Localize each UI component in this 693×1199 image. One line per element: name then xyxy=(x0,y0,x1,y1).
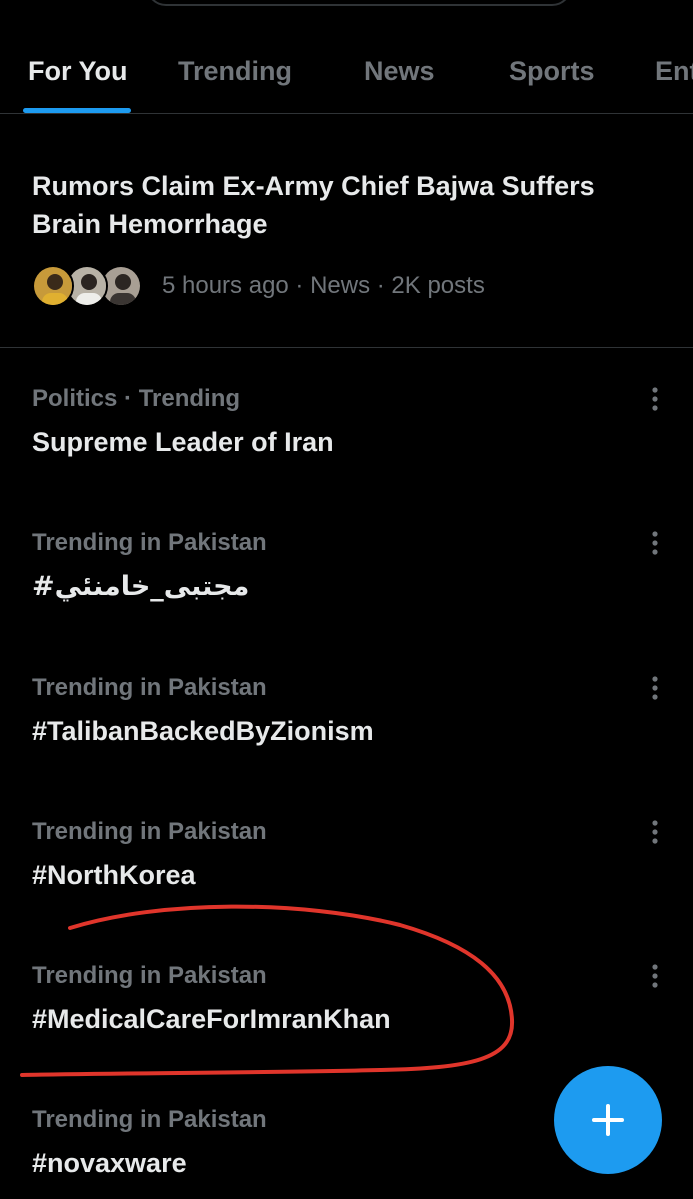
explore-page: For You Trending News Sports Ent Rumors … xyxy=(0,0,693,1199)
trend-name: #MedicalCareForImranKhan xyxy=(32,1004,391,1034)
trend-item[interactable]: Trending in Pakistan #NorthKorea xyxy=(0,818,693,958)
compose-button[interactable] xyxy=(554,1066,662,1174)
tab-news[interactable]: News xyxy=(364,56,435,87)
trend-context: Politics · Trending xyxy=(32,385,241,412)
tab-sports[interactable]: Sports xyxy=(509,56,595,87)
more-vertical-icon[interactable] xyxy=(640,962,670,992)
plus-icon xyxy=(592,1104,624,1136)
tab-trending[interactable]: Trending xyxy=(178,56,292,87)
trend-name: #مجتبی_خامنئي xyxy=(32,571,250,602)
more-vertical-icon[interactable] xyxy=(640,818,670,848)
trend-context: Trending in Pakistan xyxy=(32,818,267,845)
more-vertical-icon[interactable] xyxy=(640,385,670,415)
trend-context: Trending in Pakistan xyxy=(32,1106,267,1133)
more-vertical-icon[interactable] xyxy=(640,529,670,559)
trend-context: Trending in Pakistan xyxy=(32,962,267,989)
trend-context: Trending in Pakistan xyxy=(32,529,267,556)
avatar-stack xyxy=(32,265,152,307)
search-bar[interactable] xyxy=(146,0,572,6)
trend-item[interactable]: Trending in Pakistan #TalibanBackedByZio… xyxy=(0,674,693,814)
tab-for-you[interactable]: For You xyxy=(28,56,128,87)
trend-item[interactable]: Trending in Pakistan #مجتبی_خامنئي xyxy=(0,529,693,669)
news-story-meta: 5 hours ago · News · 2K posts xyxy=(162,272,485,299)
news-story-title: Rumors Claim Ex-Army Chief Bajwa Suffers… xyxy=(32,171,595,239)
trend-name: Supreme Leader of Iran xyxy=(32,427,334,457)
trend-name: #NorthKorea xyxy=(32,860,196,890)
trend-name: #novaxware xyxy=(32,1148,187,1178)
trend-context: Trending in Pakistan xyxy=(32,674,267,701)
trend-item[interactable]: Politics · Trending Supreme Leader of Ir… xyxy=(0,385,693,525)
avatar xyxy=(32,265,74,307)
tab-entertainment[interactable]: Ent xyxy=(655,56,693,87)
more-vertical-icon[interactable] xyxy=(640,674,670,704)
trend-name: #TalibanBackedByZionism xyxy=(32,716,374,746)
active-tab-indicator xyxy=(23,108,131,113)
explore-tabs: For You Trending News Sports Ent xyxy=(0,48,693,114)
news-story-card[interactable]: Rumors Claim Ex-Army Chief Bajwa Suffers… xyxy=(0,115,693,348)
